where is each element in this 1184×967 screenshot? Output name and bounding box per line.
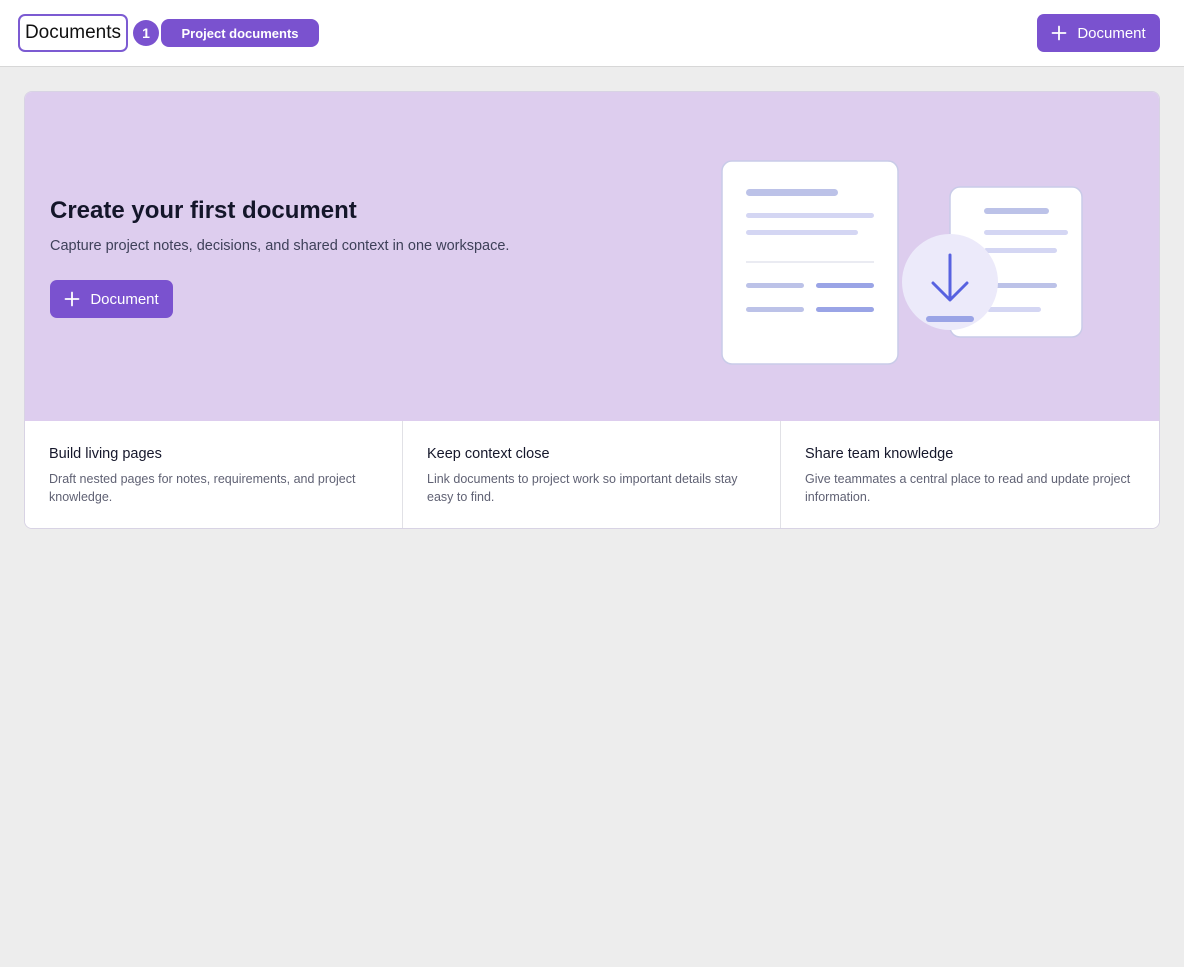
feature-description: Link documents to project work so import…	[427, 472, 738, 504]
plus-icon	[64, 291, 80, 307]
create-document-button[interactable]: Document	[50, 280, 173, 318]
hero-section: Create your first document Capture proje…	[25, 92, 1159, 421]
project-documents-tag[interactable]: Project documents	[161, 19, 319, 47]
add-document-button-label: Document	[1077, 24, 1146, 42]
add-document-button[interactable]: Document	[1037, 14, 1160, 52]
feature-share-team-knowledge: Share team knowledge Give teammates a ce…	[781, 421, 1159, 528]
feature-title: Build living pages	[49, 446, 162, 462]
create-document-button-label: Document	[90, 290, 159, 308]
hero-subtitle: Capture project notes, decisions, and sh…	[50, 238, 510, 254]
page-title[interactable]: Documents	[18, 14, 128, 52]
feature-title: Share team knowledge	[805, 446, 954, 462]
feature-list: Build living pages Draft nested pages fo…	[25, 421, 1159, 528]
hero-title: Create your first document	[50, 197, 357, 224]
document-count-badge: 1	[133, 20, 159, 46]
top-bar: Documents 1 Project documents Document	[0, 0, 1184, 67]
documents-download-illustration	[715, 152, 1095, 372]
feature-keep-context-close: Keep context close Link documents to pro…	[403, 421, 781, 528]
feature-description: Give teammates a central place to read a…	[805, 472, 1131, 504]
empty-state-card: Create your first document Capture proje…	[24, 91, 1160, 529]
feature-description: Draft nested pages for notes, requiremen…	[49, 472, 356, 504]
feature-build-living-pages: Build living pages Draft nested pages fo…	[25, 421, 403, 528]
feature-title: Keep context close	[427, 446, 550, 462]
plus-icon	[1051, 25, 1067, 41]
